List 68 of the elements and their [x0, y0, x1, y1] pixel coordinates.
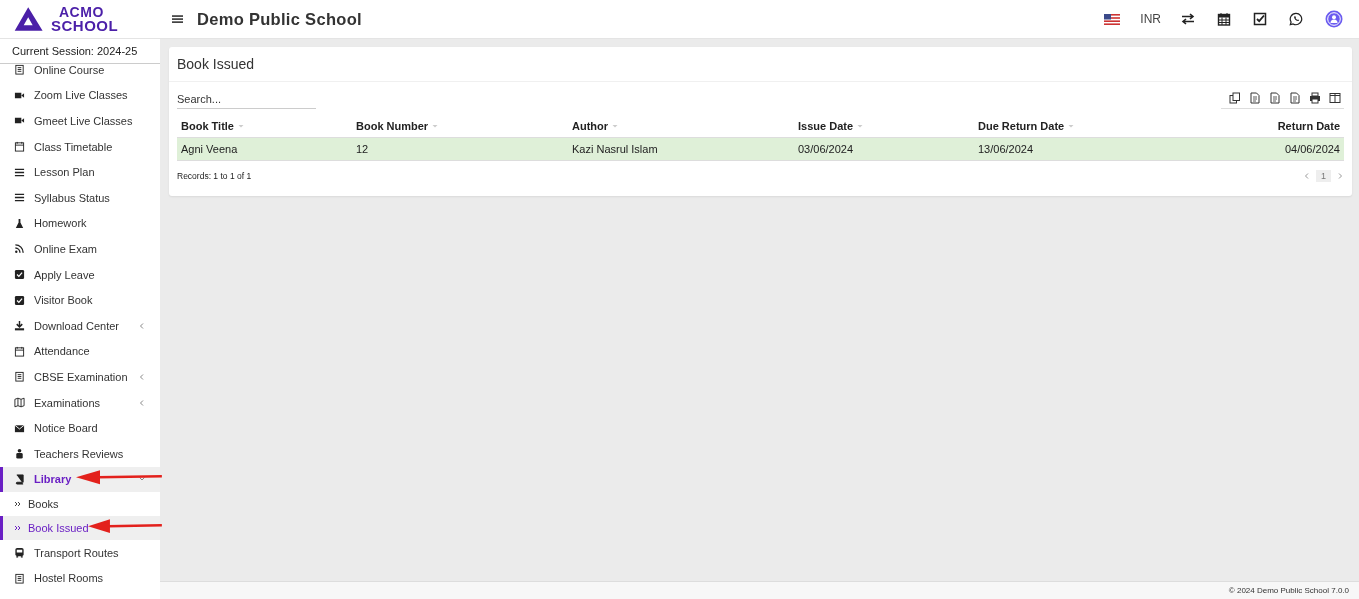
calendar-icon	[14, 141, 25, 153]
sidebar-item[interactable]: Online Course	[0, 64, 160, 83]
table-cell: 13/06/2024	[974, 137, 1182, 161]
document-icon	[14, 371, 25, 383]
calendar-icon[interactable]	[1217, 12, 1231, 26]
copyright-text: © 2024 Demo Public School 7.0.0	[1228, 586, 1349, 595]
checkbox-icon	[14, 269, 25, 281]
map-icon	[14, 397, 25, 408]
flag-icon[interactable]	[1104, 13, 1121, 25]
envelope-icon	[14, 422, 25, 434]
column-header[interactable]: Return Date	[1182, 115, 1344, 138]
download-icon	[14, 320, 25, 332]
column-header[interactable]: Issue Date	[794, 115, 974, 138]
column-header[interactable]: Book Title	[177, 115, 352, 138]
sidebar-item[interactable]: Online Exam	[0, 236, 160, 262]
double-chevron-icon	[14, 500, 22, 509]
calendar-icon	[14, 345, 25, 357]
sidebar-item[interactable]: Notice Board	[0, 415, 160, 441]
sidebar-item[interactable]: Visitor Book	[0, 287, 160, 313]
table-cell: 04/06/2024	[1182, 137, 1344, 161]
page-button[interactable]: 1	[1316, 170, 1331, 182]
double-chevron-icon	[14, 524, 22, 533]
sidebar-item[interactable]: Homework	[0, 210, 160, 237]
list-icon	[14, 192, 25, 204]
rss-icon	[14, 243, 25, 255]
sidebar-item[interactable]: Hostel Rooms	[0, 565, 160, 592]
sidebar-item[interactable]: Examinations	[0, 389, 160, 416]
sidebar-item[interactable]: Zoom Live Classes	[0, 82, 160, 109]
sidebar-item[interactable]: Download Center	[0, 312, 160, 339]
checkbox-icon	[14, 294, 25, 306]
sidebar-item[interactable]: Library	[0, 466, 160, 493]
submenu-item[interactable]: Book Issued	[0, 516, 160, 541]
records-info: Records: 1 to 1 of 1	[177, 171, 252, 181]
sidebar-item[interactable]: Attendance	[0, 338, 160, 365]
school-name: Demo Public School	[197, 9, 362, 29]
bus-icon	[14, 547, 25, 559]
table-cell: 12	[352, 137, 568, 161]
menu-icon[interactable]	[172, 14, 183, 24]
flask-icon	[14, 217, 25, 229]
person-icon	[14, 448, 25, 460]
column-header[interactable]: Due Return Date	[974, 115, 1182, 138]
avatar-icon[interactable]	[1325, 10, 1343, 28]
sidebar-item[interactable]: Class Timetable	[0, 133, 160, 160]
whatsapp-icon[interactable]	[1289, 12, 1303, 26]
panel-title: Book Issued	[169, 47, 1352, 82]
sidebar-item[interactable]: Gmeet Live Classes	[0, 108, 160, 134]
sidebar-item[interactable]: Lesson Plan	[0, 159, 160, 185]
table-cell: 03/06/2024	[794, 137, 974, 161]
sidebar-item[interactable]: Apply Leave	[0, 261, 160, 288]
sidebar-item[interactable]: Transport Routes	[0, 540, 160, 566]
print-icon[interactable]	[1309, 92, 1321, 104]
columns-icon[interactable]	[1329, 92, 1341, 104]
session-label: Current Session: 2024-25	[0, 39, 160, 64]
column-header[interactable]: Author	[568, 115, 794, 138]
sidebar-item[interactable]: Syllabus Status	[0, 184, 160, 211]
copy-icon[interactable]	[1229, 92, 1241, 104]
currency-selector[interactable]: INR	[1140, 12, 1161, 26]
list-icon	[14, 166, 25, 178]
checkbox-icon[interactable]	[1253, 12, 1267, 26]
column-header[interactable]: Book Number	[352, 115, 568, 138]
submenu-item[interactable]: Books	[0, 492, 160, 517]
table-cell: Kazi Nasrul Islam	[568, 137, 794, 161]
table-cell: Agni Veena	[177, 137, 352, 161]
logo-text: SCHOOL	[51, 19, 119, 33]
sidebar-item[interactable]: Teachers Reviews	[0, 440, 160, 467]
logo-text: ACMO	[58, 5, 105, 19]
sidebar-item[interactable]: CBSE Examination	[0, 364, 160, 390]
swap-icon[interactable]	[1181, 12, 1195, 26]
